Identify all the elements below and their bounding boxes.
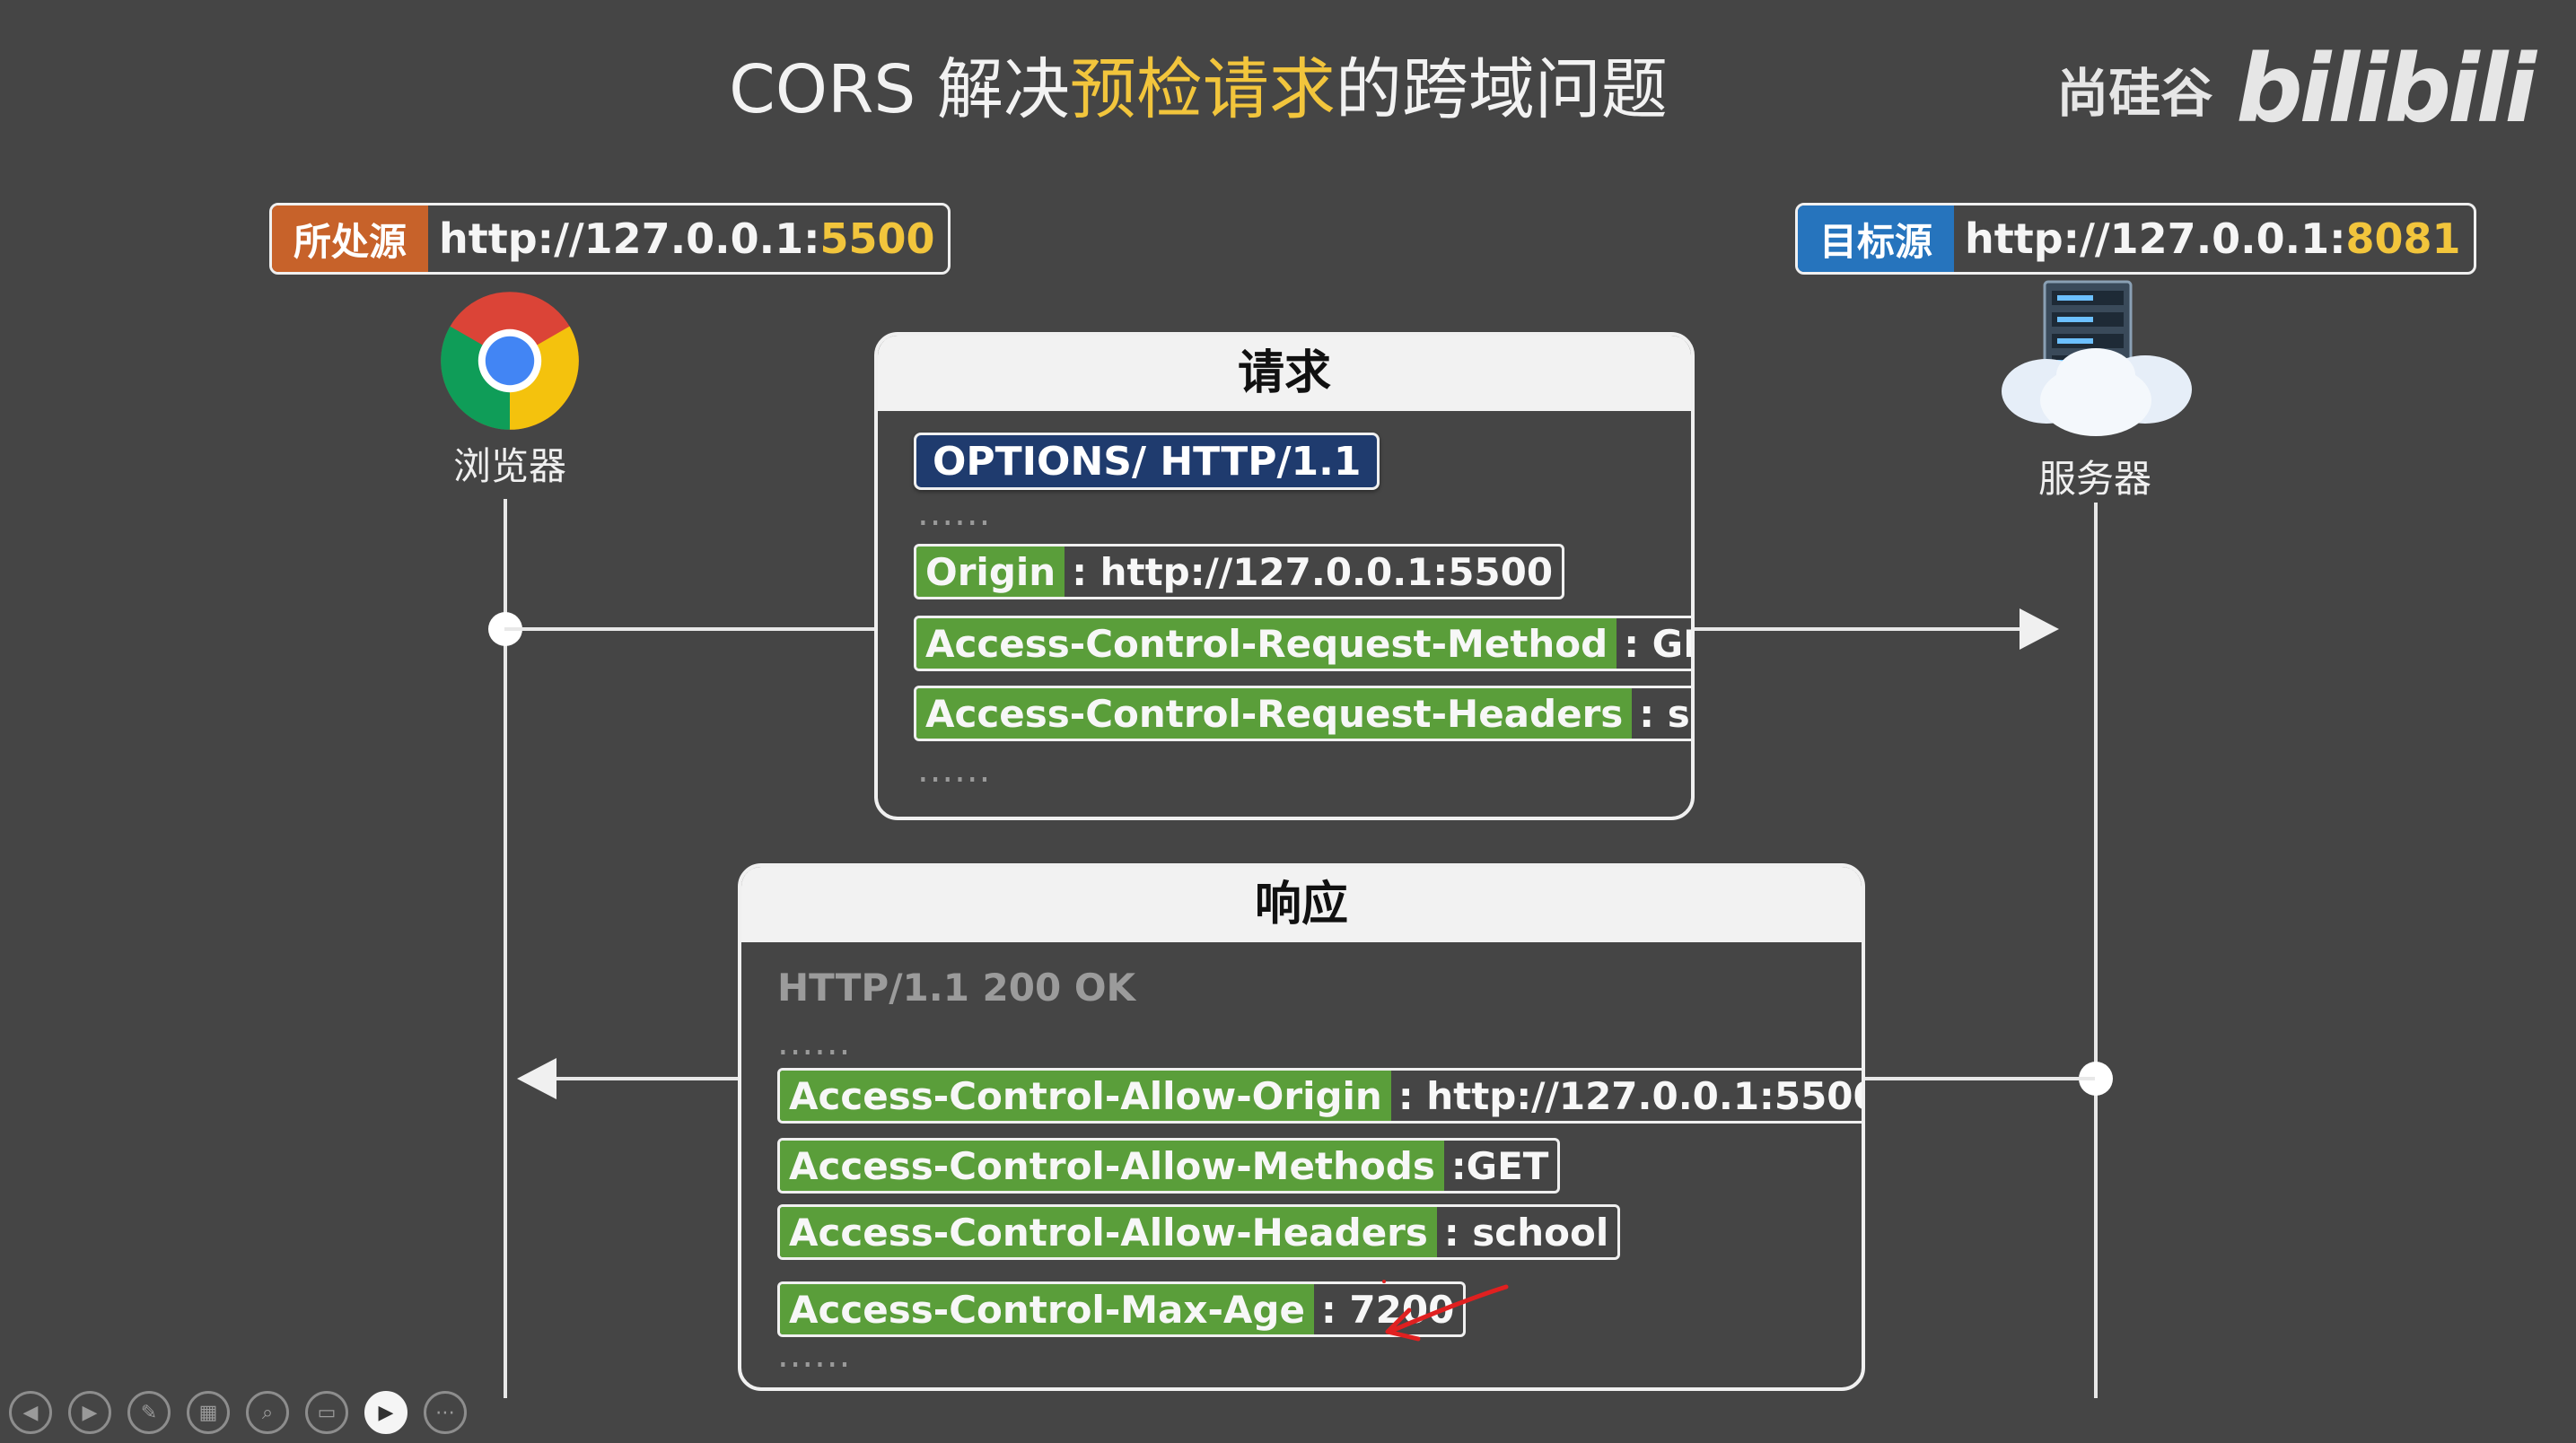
response-header-max-age: Access-Control-Max-Age: 7200 [777,1281,1467,1337]
request-header-method: Access-Control-Request-Method: GET [914,616,1691,671]
response-header-allow-headers: Access-Control-Allow-Headers: school [777,1204,1621,1260]
server-lifeline [2094,503,2098,1398]
more-icon[interactable]: ⋯ [424,1391,467,1434]
request-ellipsis-bottom: ...... [917,749,992,791]
response-arrow-line-right [1858,1077,2095,1080]
header-key: Access-Control-Allow-Methods [780,1141,1444,1191]
header-value: :GET [1450,1143,1549,1188]
source-origin-url: http://127.0.0.1: 5500 [428,206,948,272]
header-value: : http://127.0.0.1:5500 [1398,1073,1865,1118]
response-arrow-line-left [556,1077,740,1080]
request-arrow-line-left [504,627,876,631]
request-arrow-line-right [1687,627,2028,631]
header-value: : http://127.0.0.1:5500 [1072,549,1554,594]
header-value: : school [1443,1210,1609,1255]
brand-name: 尚硅谷 [2056,63,2213,124]
source-origin-label: 所处源 http://127.0.0.1: 5500 [269,203,951,275]
brand-watermark: 尚硅谷 bilibili [2056,34,2537,144]
response-arrowhead [517,1058,556,1099]
response-status-line: HTTP/1.1 200 OK [777,966,1136,1010]
request-heading: 请求 [878,336,1691,411]
source-url-host: http://127.0.0.1: [439,214,820,263]
target-origin-url: http://127.0.0.1: 8081 [1954,206,2474,272]
bilibili-logo: bilibili [2236,34,2537,144]
target-url-host: http://127.0.0.1: [1965,214,2346,263]
response-header-allow-methods: Access-Control-Allow-Methods:GET [777,1138,1561,1194]
camera-icon[interactable]: ▶ [364,1391,407,1434]
header-key: Access-Control-Max-Age [780,1284,1314,1334]
header-key: Access-Control-Allow-Headers [780,1207,1437,1257]
title-part-3: 的跨域问题 [1335,51,1668,128]
request-arrowhead [2020,608,2059,650]
request-panel: 请求 OPTIONS/ HTTP/1.1 ...... Origin: http… [874,332,1695,820]
subtitle-icon[interactable]: ▭ [305,1391,348,1434]
slides-icon[interactable]: ▦ [187,1391,230,1434]
request-header-origin: Origin: http://127.0.0.1:5500 [914,544,1565,599]
annotation-arrow-icon [1382,1280,1509,1342]
header-value: : school [1639,691,1691,736]
response-ellipsis-top: ...... [777,1022,852,1063]
target-url-port: 8081 [2345,214,2461,263]
zoom-icon[interactable]: ⌕ [246,1391,289,1434]
response-heading: 响应 [741,867,1862,942]
slide-title: CORS 解决预检请求的跨域问题 [0,36,2396,132]
server-label: 服务器 [2037,457,2151,501]
response-panel: 响应 HTTP/1.1 200 OK ...... Access-Control… [738,863,1865,1391]
server-icon [2002,280,2192,436]
title-highlight: 预检请求 [1069,51,1336,128]
header-value: : GET [1624,621,1691,666]
request-header-headers: Access-Control-Request-Headers: school [914,686,1691,741]
presentation-toolbar: ◀ ▶ ✎ ▦ ⌕ ▭ ▶ ⋯ [9,1391,467,1434]
next-icon[interactable]: ▶ [68,1391,111,1434]
header-key: Access-Control-Request-Headers [916,688,1633,739]
browser-label: 浏览器 [452,444,566,488]
source-url-port: 5500 [819,214,935,263]
response-ellipsis-bottom: ...... [777,1334,852,1376]
source-origin-tag: 所处源 [272,206,429,272]
header-key: Origin [916,547,1065,597]
prev-icon[interactable]: ◀ [9,1391,52,1434]
header-key: Access-Control-Allow-Origin [780,1071,1391,1121]
chrome-icon [441,292,579,430]
response-header-allow-origin: Access-Control-Allow-Origin: http://127.… [777,1068,1865,1124]
target-origin-tag: 目标源 [1798,206,1955,272]
request-method-line: OPTIONS/ HTTP/1.1 [914,433,1380,490]
target-origin-label: 目标源 http://127.0.0.1: 8081 [1795,203,2476,275]
pen-icon[interactable]: ✎ [127,1391,171,1434]
title-part-1: CORS 解决 [729,51,1070,128]
request-ellipsis-top: ...... [917,493,992,534]
header-key: Access-Control-Request-Method [916,618,1617,669]
